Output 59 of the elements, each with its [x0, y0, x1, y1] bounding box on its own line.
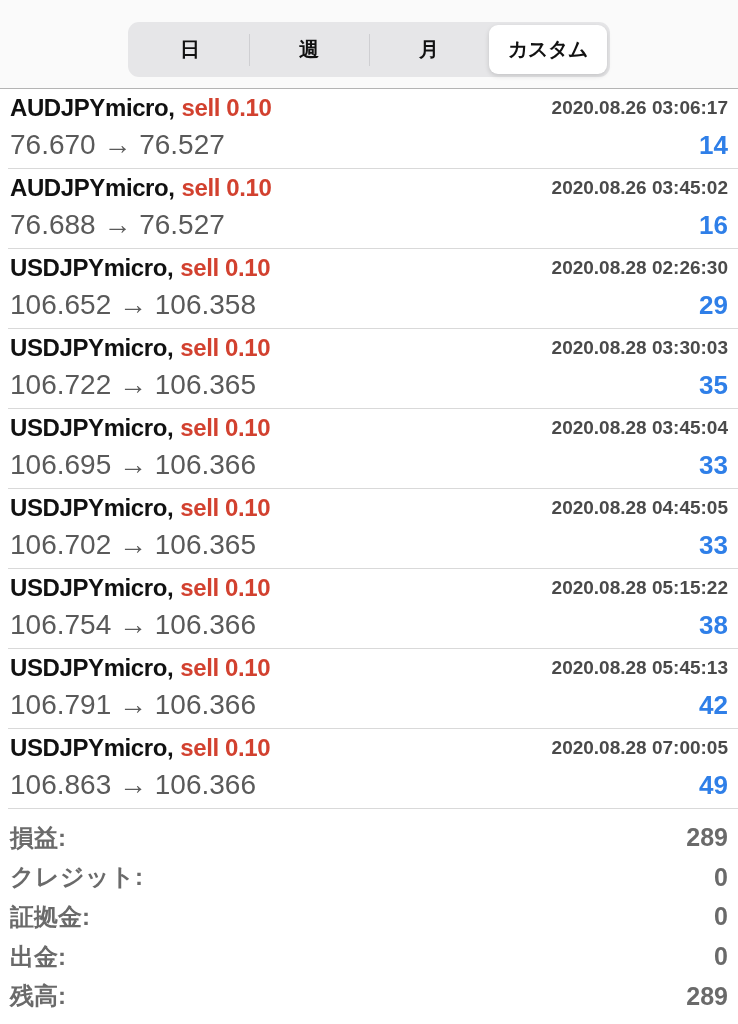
trade-profit: 29 — [699, 289, 728, 321]
trade-time: 2020.08.28 05:15:22 — [551, 577, 728, 599]
trade-symbol: USDJPYmicro, — [10, 414, 174, 442]
trade-prices: 106.702 → 106.365 — [10, 529, 256, 561]
trade-profit: 42 — [699, 689, 728, 721]
trade-symbol: USDJPYmicro, — [10, 334, 174, 362]
trade-profit: 16 — [699, 209, 728, 241]
summary-label: クレジット: — [10, 862, 143, 893]
trade-profit: 14 — [699, 129, 728, 161]
summary-value: 289 — [686, 823, 728, 853]
trade-action: sell 0.10 — [180, 654, 271, 682]
trade-action: sell 0.10 — [180, 734, 271, 762]
trade-symbol: AUDJPYmicro, — [10, 174, 175, 202]
summary-label: 損益: — [10, 822, 66, 853]
trade-prices: 106.722 → 106.365 — [10, 369, 256, 401]
summary-value: 0 — [714, 902, 728, 932]
summary-value: 289 — [686, 981, 728, 1011]
period-tab[interactable]: カスタム — [488, 25, 607, 74]
trade-time: 2020.08.28 02:26:30 — [551, 257, 728, 279]
summary-label: 出金: — [10, 941, 66, 972]
trade-time: 2020.08.28 07:00:05 — [551, 737, 728, 759]
trade-action: sell 0.10 — [180, 334, 271, 362]
trade-symbol: USDJPYmicro, — [10, 254, 174, 282]
summary-label: 残高: — [10, 981, 66, 1012]
trade-profit: 33 — [699, 529, 728, 561]
trade-profit: 33 — [699, 449, 728, 481]
period-tab[interactable]: 日 — [131, 25, 250, 74]
trade-prices: 106.791 → 106.366 — [10, 689, 256, 721]
trade-action: sell 0.10 — [180, 254, 271, 282]
trade-symbol: USDJPYmicro, — [10, 654, 174, 682]
trade-action: sell 0.10 — [181, 94, 272, 122]
trade-prices: 106.695 → 106.366 — [10, 449, 256, 481]
trade-symbol: USDJPYmicro, — [10, 494, 174, 522]
period-tab[interactable]: 週 — [250, 25, 369, 74]
trade-time: 2020.08.26 03:45:02 — [551, 177, 728, 199]
summary-label: 証拠金: — [10, 902, 90, 932]
trade-time: 2020.08.28 03:45:04 — [551, 417, 728, 439]
trade-prices: 76.670 → 76.527 — [10, 129, 225, 161]
trade-time: 2020.08.26 03:06:17 — [551, 97, 728, 119]
trade-symbol: USDJPYmicro, — [10, 574, 174, 602]
trade-prices: 106.754 → 106.366 — [10, 609, 256, 641]
summary-value: 0 — [714, 942, 728, 972]
trade-profit: 49 — [699, 769, 728, 801]
trade-time: 2020.08.28 05:45:13 — [551, 657, 728, 679]
trade-action: sell 0.10 — [181, 174, 272, 202]
trade-profit: 38 — [699, 609, 728, 641]
trade-symbol: AUDJPYmicro, — [10, 94, 175, 122]
trade-prices: 106.652 → 106.358 — [10, 289, 256, 321]
summary-value: 0 — [714, 862, 728, 892]
trade-prices: 76.688 → 76.527 — [10, 209, 225, 241]
trade-prices: 106.863 → 106.366 — [10, 769, 256, 801]
trade-time: 2020.08.28 04:45:05 — [551, 497, 728, 519]
trade-profit: 35 — [699, 369, 728, 401]
trade-time: 2020.08.28 03:30:03 — [551, 337, 728, 359]
trade-action: sell 0.10 — [180, 574, 271, 602]
period-tab[interactable]: 月 — [369, 25, 488, 74]
trade-action: sell 0.10 — [180, 414, 271, 442]
trade-symbol: USDJPYmicro, — [10, 734, 174, 762]
trade-action: sell 0.10 — [180, 494, 271, 522]
